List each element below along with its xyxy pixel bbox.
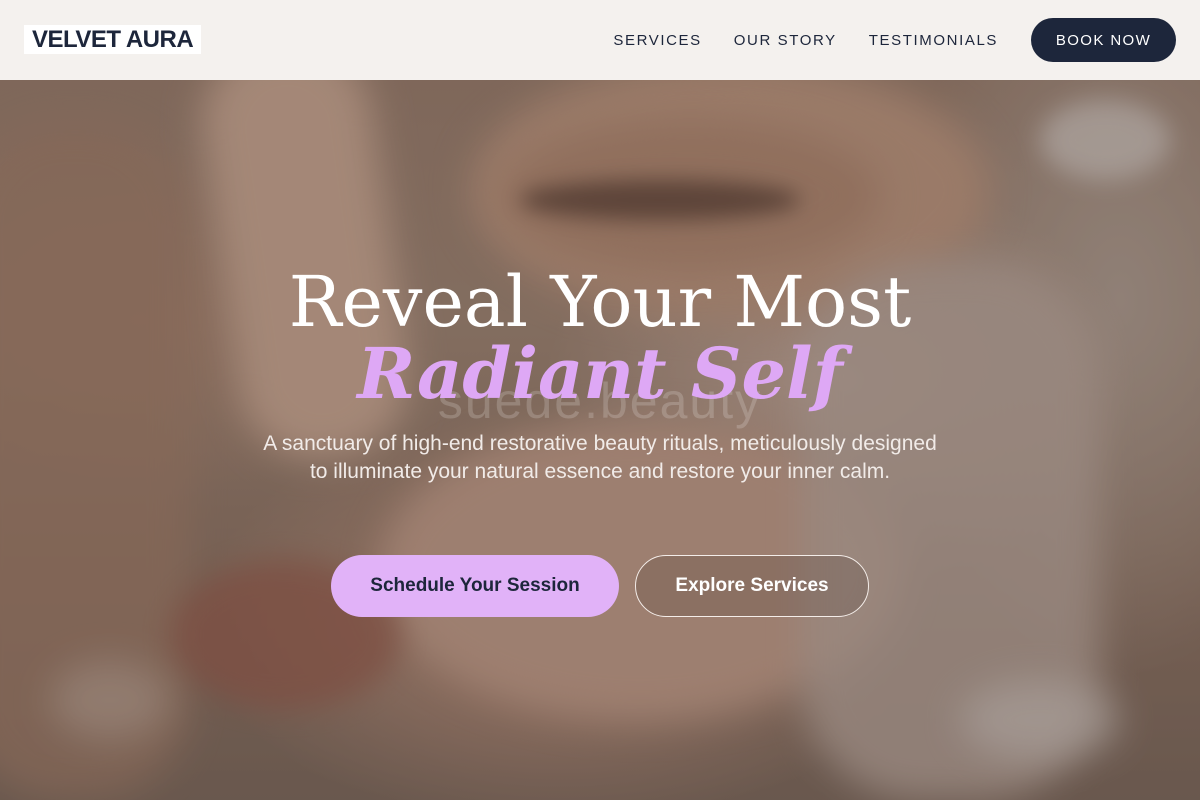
hero-subtitle: A sanctuary of high-end restorative beau… <box>263 432 937 483</box>
hero-headline: Reveal Your Most <box>288 261 912 343</box>
schedule-session-button[interactable]: Schedule Your Session <box>331 555 619 617</box>
nav-services-link[interactable]: SERVICES <box>613 32 701 49</box>
nav-our-story-link[interactable]: OUR STORY <box>734 32 837 49</box>
hero-headline-accent: Radiant Self <box>357 332 843 415</box>
landing-page: suede.beauty VELVET AURA SERVICES OUR ST… <box>0 0 1200 800</box>
explore-services-button[interactable]: Explore Services <box>635 555 869 617</box>
site-header: VELVET AURA SERVICES OUR STORY TESTIMONI… <box>0 0 1200 80</box>
brand-logo[interactable]: VELVET AURA <box>24 25 202 54</box>
nav-testimonials-link[interactable]: TESTIMONIALS <box>869 32 998 49</box>
main-nav: SERVICES OUR STORY TESTIMONIALS <box>613 0 998 80</box>
hero-section: Reveal Your Most Radiant Self A sanctuar… <box>0 0 1200 800</box>
book-now-button[interactable]: BOOK NOW <box>1031 18 1176 62</box>
